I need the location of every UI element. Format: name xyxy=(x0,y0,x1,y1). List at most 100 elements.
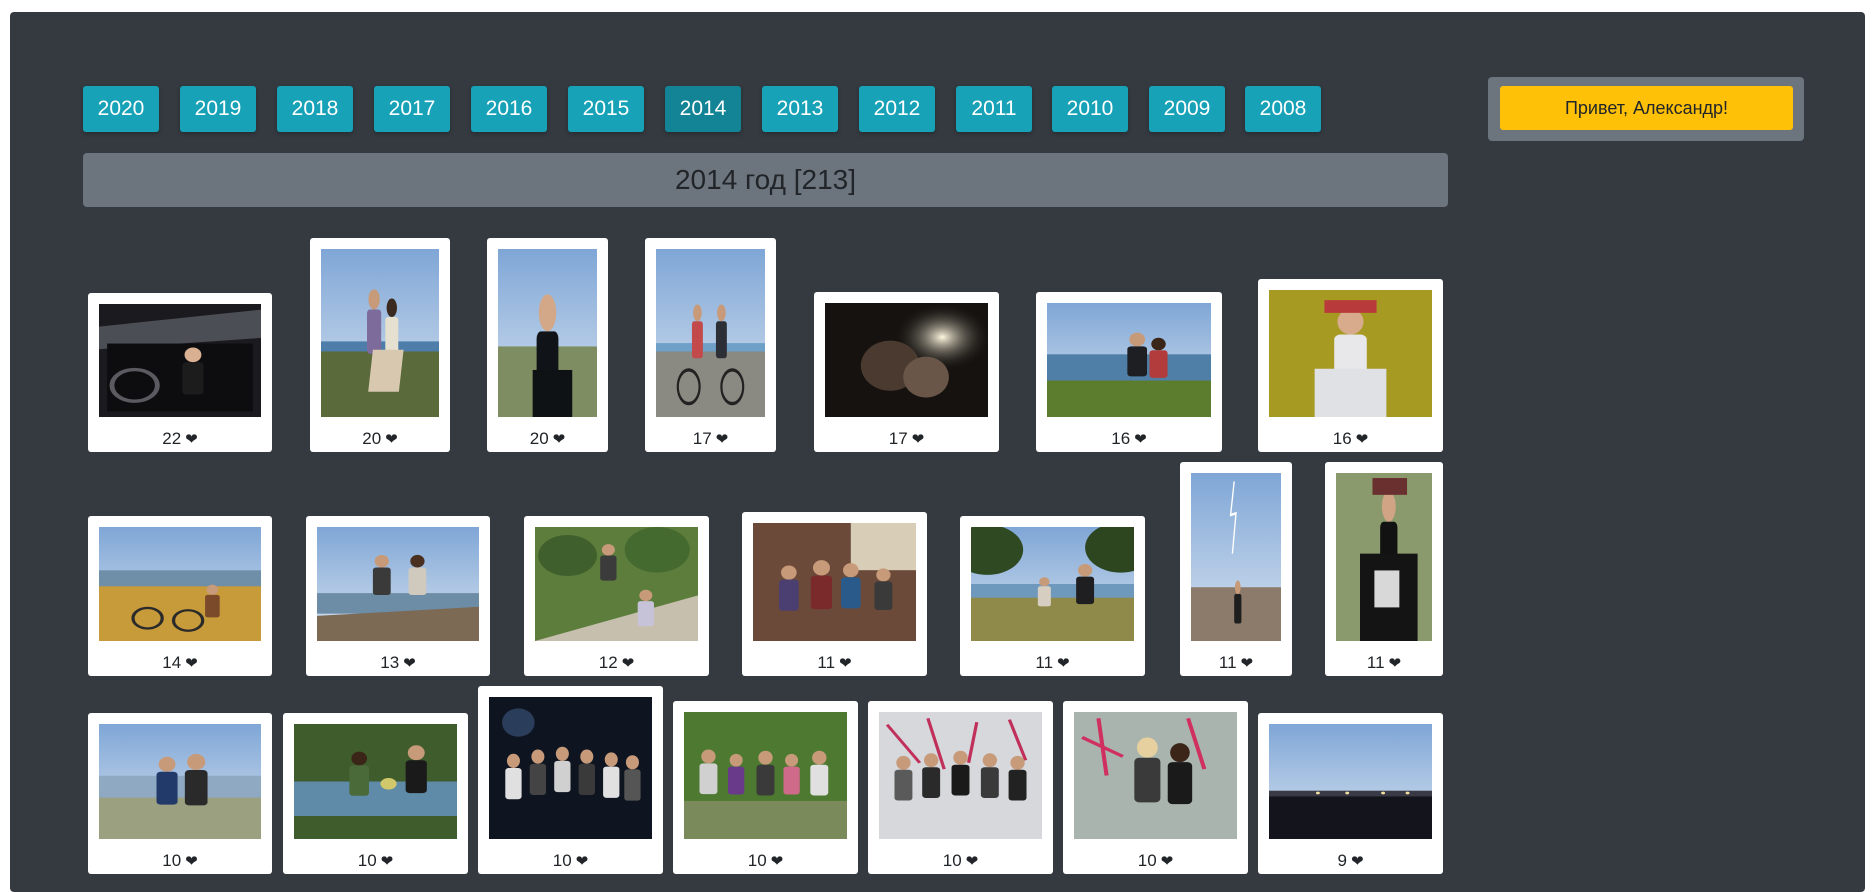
photo-thumbnail[interactable] xyxy=(294,724,457,839)
likes-count: 20 ❤ xyxy=(487,428,608,450)
heart-icon: ❤ xyxy=(715,430,729,448)
photo-card[interactable]: 11 ❤ xyxy=(1325,462,1443,676)
year-button-2013[interactable]: 2013 xyxy=(762,86,838,132)
year-button-2017[interactable]: 2017 xyxy=(374,86,450,132)
heart-icon: ❤ xyxy=(1388,654,1402,672)
photo-card[interactable]: 20 ❤ xyxy=(310,238,450,452)
year-button-2009[interactable]: 2009 xyxy=(1149,86,1225,132)
greeting-button[interactable]: Привет, Александр! xyxy=(1500,86,1793,130)
photo-card[interactable]: 10 ❤ xyxy=(673,701,858,874)
heart-icon: ❤ xyxy=(1057,654,1070,672)
likes-number: 10 xyxy=(552,851,572,870)
photo-thumbnail[interactable] xyxy=(753,523,916,641)
likes-count: 16 ❤ xyxy=(1036,428,1222,450)
likes-count: 16 ❤ xyxy=(1258,428,1443,450)
likes-count: 17 ❤ xyxy=(645,428,776,450)
photo-card[interactable]: 16 ❤ xyxy=(1258,279,1443,452)
heart-icon: ❤ xyxy=(1355,430,1369,448)
likes-number: 11 xyxy=(1035,653,1054,672)
year-button-2011[interactable]: 2011 xyxy=(956,86,1032,132)
year-button-2014[interactable]: 2014 xyxy=(665,86,741,132)
photo-thumbnail[interactable] xyxy=(1269,724,1432,839)
photo-card[interactable]: 14 ❤ xyxy=(88,516,272,676)
likes-count: 11 ❤ xyxy=(1325,652,1443,674)
photo-card[interactable]: 9 ❤ xyxy=(1258,713,1443,874)
likes-number: 11 xyxy=(1218,653,1237,672)
year-button-2019[interactable]: 2019 xyxy=(180,86,256,132)
photo-card[interactable]: 10 ❤ xyxy=(283,713,468,874)
photo-card[interactable]: 17 ❤ xyxy=(645,238,776,452)
photo-card[interactable]: 10 ❤ xyxy=(88,713,272,874)
likes-number: 17 xyxy=(888,429,908,448)
photo-card[interactable]: 17 ❤ xyxy=(814,292,999,452)
photo-card[interactable]: 13 ❤ xyxy=(306,516,490,676)
likes-count: 11 ❤ xyxy=(1180,652,1292,674)
likes-count: 10 ❤ xyxy=(88,850,272,872)
photo-thumbnail[interactable] xyxy=(489,697,652,839)
likes-count: 11 ❤ xyxy=(742,652,927,674)
likes-number: 20 xyxy=(362,429,382,448)
likes-count: 10 ❤ xyxy=(868,850,1053,872)
photo-thumbnail[interactable] xyxy=(317,527,479,641)
likes-count: 10 ❤ xyxy=(673,850,858,872)
likes-count: 10 ❤ xyxy=(478,850,663,872)
photo-card[interactable]: 12 ❤ xyxy=(524,516,709,676)
year-button-2010[interactable]: 2010 xyxy=(1052,86,1128,132)
photo-thumbnail[interactable] xyxy=(1336,473,1432,641)
photo-thumbnail[interactable] xyxy=(684,712,847,839)
heart-icon: ❤ xyxy=(621,654,635,672)
heart-icon: ❤ xyxy=(575,852,589,870)
photo-card[interactable]: 10 ❤ xyxy=(1063,701,1248,874)
heart-icon: ❤ xyxy=(839,654,852,672)
photo-thumbnail[interactable] xyxy=(879,712,1042,839)
year-button-2015[interactable]: 2015 xyxy=(568,86,644,132)
likes-number: 10 xyxy=(357,851,377,870)
likes-count: 10 ❤ xyxy=(1063,850,1248,872)
photo-thumbnail[interactable] xyxy=(1191,473,1281,641)
photo-card[interactable]: 10 ❤ xyxy=(478,686,663,874)
likes-count: 17 ❤ xyxy=(814,428,999,450)
heart-icon: ❤ xyxy=(1240,654,1254,672)
year-button-2012[interactable]: 2012 xyxy=(859,86,935,132)
likes-number: 11 xyxy=(1366,653,1385,672)
likes-number: 20 xyxy=(529,429,549,448)
likes-number: 16 xyxy=(1111,429,1131,448)
photo-thumbnail[interactable] xyxy=(99,304,261,417)
likes-number: 22 xyxy=(162,429,182,448)
photo-card[interactable]: 11 ❤ xyxy=(1180,462,1292,676)
photo-card[interactable]: 11 ❤ xyxy=(960,516,1145,676)
photo-card[interactable]: 11 ❤ xyxy=(742,512,927,676)
photo-thumbnail[interactable] xyxy=(99,527,261,641)
photo-thumbnail[interactable] xyxy=(825,303,988,417)
year-button-2018[interactable]: 2018 xyxy=(277,86,353,132)
likes-number: 11 xyxy=(817,653,836,672)
likes-number: 17 xyxy=(692,429,712,448)
heart-icon: ❤ xyxy=(965,852,979,870)
heart-icon: ❤ xyxy=(385,430,398,448)
heart-icon: ❤ xyxy=(1350,852,1364,870)
photo-thumbnail[interactable] xyxy=(498,249,597,417)
likes-number: 14 xyxy=(162,653,182,672)
photo-card[interactable]: 22 ❤ xyxy=(88,293,272,452)
photo-thumbnail[interactable] xyxy=(535,527,698,641)
year-button-2008[interactable]: 2008 xyxy=(1245,86,1321,132)
year-button-2016[interactable]: 2016 xyxy=(471,86,547,132)
likes-count: 20 ❤ xyxy=(310,428,450,450)
photo-thumbnail[interactable] xyxy=(656,249,765,417)
photo-thumbnail[interactable] xyxy=(1269,290,1432,417)
likes-count: 9 ❤ xyxy=(1258,850,1443,872)
photo-card[interactable]: 16 ❤ xyxy=(1036,292,1222,452)
photo-card[interactable]: 10 ❤ xyxy=(868,701,1053,874)
photo-card[interactable]: 20 ❤ xyxy=(487,238,608,452)
heart-icon: ❤ xyxy=(1160,852,1174,870)
likes-count: 12 ❤ xyxy=(524,652,709,674)
photo-thumbnail[interactable] xyxy=(1074,712,1237,839)
photo-thumbnail[interactable] xyxy=(1047,303,1211,417)
likes-number: 12 xyxy=(598,653,618,672)
photo-thumbnail[interactable] xyxy=(971,527,1134,641)
year-button-2020[interactable]: 2020 xyxy=(83,86,159,132)
likes-number: 13 xyxy=(380,653,400,672)
photo-thumbnail[interactable] xyxy=(99,724,261,839)
photo-thumbnail[interactable] xyxy=(321,249,439,417)
likes-number: 9 xyxy=(1337,851,1347,870)
